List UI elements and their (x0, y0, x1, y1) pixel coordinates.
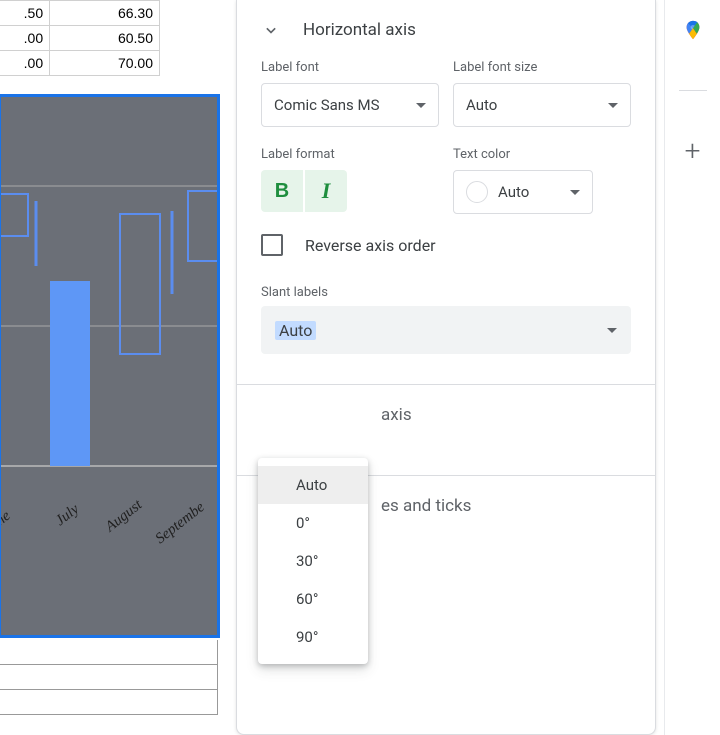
label-font-size-label: Label font size (453, 60, 631, 75)
table-row: .0060.50 (0, 26, 160, 51)
cell[interactable]: 70.00 (50, 51, 160, 76)
dropdown-option-30[interactable]: 30° (258, 542, 368, 580)
label-font-label: Label font (261, 60, 439, 75)
dropdown-option-0[interactable]: 0° (258, 504, 368, 542)
spreadsheet-area: .5066.30 .0060.50 .0070.00 ne July Augus… (0, 0, 218, 735)
add-button[interactable]: + (681, 139, 705, 163)
dropdown-option-60[interactable]: 60° (258, 580, 368, 618)
table-row: .0070.00 (0, 51, 160, 76)
text-color-select[interactable]: Auto (453, 170, 593, 214)
slant-labels-value: Auto (275, 321, 316, 340)
sheet-rows-below[interactable] (0, 640, 218, 725)
section-title: Horizontal axis (303, 20, 416, 40)
label-font-size-select[interactable]: Auto (453, 83, 631, 127)
bold-button[interactable]: B (261, 170, 303, 212)
label-font-size-value: Auto (466, 96, 497, 114)
slant-labels-label: Slant labels (261, 285, 328, 300)
plus-icon: + (685, 137, 701, 165)
cell[interactable]: .00 (0, 51, 50, 76)
dropdown-option-auto[interactable]: Auto (258, 466, 368, 504)
dropdown-caret-icon (607, 328, 617, 333)
reverse-axis-checkbox-row[interactable]: Reverse axis order (261, 234, 631, 256)
italic-button[interactable]: I (305, 170, 347, 212)
section-header-horizontal-axis[interactable]: Horizontal axis (237, 0, 655, 60)
dropdown-caret-icon (416, 103, 426, 108)
x-label: ne (0, 508, 14, 530)
maps-icon[interactable] (681, 18, 705, 42)
cell[interactable]: .50 (0, 1, 50, 26)
cell[interactable]: 60.50 (50, 26, 160, 51)
label-font-select[interactable]: Comic Sans MS (261, 83, 439, 127)
collapsed-label: es and ticks (381, 496, 471, 516)
text-color-value: Auto (498, 183, 529, 201)
embedded-chart[interactable]: ne July August Septembe (0, 96, 218, 636)
checkbox-icon[interactable] (261, 234, 283, 256)
slant-labels-select[interactable]: Auto (261, 306, 631, 354)
reverse-axis-label: Reverse axis order (305, 236, 436, 255)
side-rail: + (664, 0, 720, 735)
cell[interactable]: 66.30 (50, 1, 160, 26)
chevron-down-icon (261, 20, 281, 40)
x-label: Septembe (153, 499, 208, 547)
table-row: .5066.30 (0, 1, 160, 26)
sheet-table[interactable]: .5066.30 .0060.50 .0070.00 (0, 0, 160, 76)
dropdown-caret-icon (608, 103, 618, 108)
slant-labels-dropdown: Auto 0° 30° 60° 90° (258, 458, 368, 664)
dropdown-caret-icon (570, 190, 580, 195)
dropdown-option-90[interactable]: 90° (258, 618, 368, 656)
collapsed-label: axis (381, 405, 412, 425)
x-label: August (102, 496, 146, 535)
cell[interactable]: .00 (0, 26, 50, 51)
label-format-label: Label format (261, 147, 439, 162)
x-label: July (53, 501, 83, 529)
rail-divider (679, 90, 707, 91)
label-font-value: Comic Sans MS (274, 96, 380, 114)
collapsed-section[interactable]: axis (237, 384, 655, 445)
text-color-label: Text color (453, 147, 631, 162)
color-swatch-icon (466, 181, 488, 203)
